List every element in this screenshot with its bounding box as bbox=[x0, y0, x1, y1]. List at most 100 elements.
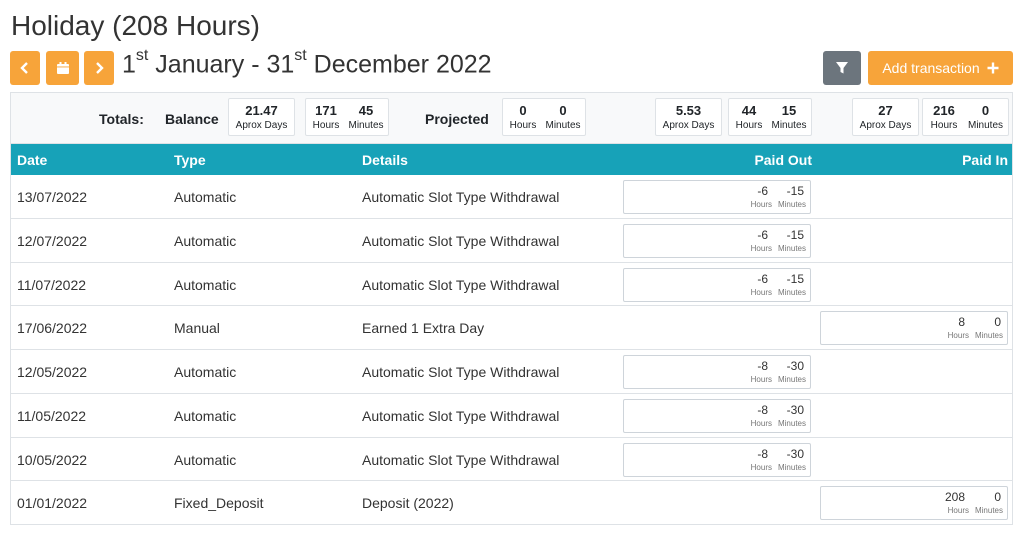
hours-unit: Hours bbox=[750, 375, 772, 384]
details-cell: Automatic Slot Type Withdrawal bbox=[362, 189, 560, 205]
date-cell: 01/01/2022 bbox=[17, 495, 88, 512]
paid-out-box: -8 -30 Hours Minutes bbox=[623, 398, 811, 433]
group3-minutes-value: 0 bbox=[981, 103, 990, 118]
hours-unit: Hours bbox=[750, 243, 772, 253]
minutes-unit: Minutes bbox=[777, 287, 806, 297]
minutes-unit: Minutes bbox=[974, 506, 1003, 516]
date-cell: 17/06/2022 bbox=[17, 320, 88, 337]
minutes-unit: Minutes bbox=[777, 418, 806, 428]
details-cell: Earned 1 Extra Day bbox=[362, 320, 485, 337]
type-cell: Automatic bbox=[174, 189, 237, 205]
hours-unit: Hours bbox=[750, 200, 772, 209]
balance-hours-unit: Hours bbox=[312, 120, 340, 131]
type-cell: Fixed_Deposit bbox=[174, 495, 264, 512]
balance-days-box: 21.47 Aprox Days bbox=[228, 98, 295, 136]
add-transaction-button[interactable]: Add transaction bbox=[868, 51, 1013, 85]
date-cell: 10/05/2022 bbox=[17, 451, 88, 468]
minutes-unit: Minutes bbox=[777, 462, 806, 472]
paid-in-box: 8 0 Hours Minutes bbox=[820, 311, 1008, 346]
hours-unit: Hours bbox=[947, 506, 969, 516]
date-cell: 12/07/2022 bbox=[17, 232, 88, 249]
table-row[interactable]: 11/07/2022 Automatic Automatic Slot Type W… bbox=[11, 263, 1012, 307]
table-row[interactable]: 01/01/2022 Fixed_Deposit Deposit (2022) 208… bbox=[11, 481, 1012, 525]
balance-days-unit: Aprox Days bbox=[235, 120, 288, 131]
table-row[interactable]: 13/07/2022 Automatic Automatic Slot Type W… bbox=[11, 175, 1012, 219]
table-header: Date Type Details Paid Out Paid In bbox=[11, 144, 1012, 175]
column-header-paid-in[interactable]: Paid In bbox=[908, 152, 1008, 168]
date-cell: 11/05/2022 bbox=[17, 407, 87, 424]
details-cell: Deposit (2022) bbox=[362, 495, 454, 512]
projected-minutes-value: 0 bbox=[559, 103, 567, 118]
hours-value: -6 bbox=[757, 184, 768, 198]
plus-icon bbox=[987, 62, 999, 74]
projected-time-box: 0 Hours 0 Minutes bbox=[502, 98, 586, 136]
minutes-unit: Minutes bbox=[974, 331, 1003, 341]
filter-icon bbox=[836, 62, 848, 74]
group3-hours-unit: Hours bbox=[930, 120, 958, 131]
group2-minutes-unit: Minutes bbox=[771, 120, 807, 131]
balance-minutes-unit: Minutes bbox=[348, 120, 384, 131]
table-row[interactable]: 17/06/2022 Manual Earned 1 Extra Day 8 0 Hour… bbox=[11, 306, 1012, 350]
minutes-value: -15 bbox=[786, 227, 804, 242]
minutes-value: -15 bbox=[786, 271, 804, 286]
column-header-details[interactable]: Details bbox=[362, 152, 408, 168]
group3-days-unit: Aprox Days bbox=[859, 120, 912, 131]
transactions-table: Totals: Balance 21.47 Aprox Days 171 Hou… bbox=[10, 92, 1013, 525]
minutes-unit: Minutes bbox=[777, 243, 806, 253]
details-cell: Automatic Slot Type Withdrawal bbox=[362, 364, 560, 380]
hours-value: -6 bbox=[757, 227, 768, 242]
group2-days-value: 5.53 bbox=[675, 103, 702, 118]
chevron-left-icon bbox=[20, 62, 28, 74]
date-cell: 12/05/2022 bbox=[17, 364, 88, 380]
details-cell: Automatic Slot Type Withdrawal bbox=[362, 276, 560, 293]
hours-value: 208 bbox=[944, 490, 965, 505]
type-cell: Automatic bbox=[174, 407, 237, 424]
paid-out-box: -8 -30 Hours Minutes bbox=[623, 355, 811, 389]
column-header-date[interactable]: Date bbox=[17, 152, 47, 168]
table-row[interactable]: 10/05/2022 Automatic Automatic Slot Type W… bbox=[11, 438, 1012, 482]
hours-value: -8 bbox=[757, 446, 768, 461]
group2-hours-unit: Hours bbox=[735, 120, 763, 131]
paid-out-box: -6 -15 Hours Minutes bbox=[623, 223, 811, 258]
hours-value: 8 bbox=[958, 315, 965, 330]
paid-out-box: -6 -15 Hours Minutes bbox=[623, 180, 811, 214]
totals-label: Totals: bbox=[99, 111, 144, 127]
table-row[interactable]: 12/05/2022 Automatic Automatic Slot Type W… bbox=[11, 350, 1012, 394]
balance-label: Balance bbox=[165, 111, 219, 127]
date-range-heading: 1st January - 31st December 2022 bbox=[122, 47, 492, 79]
details-cell: Automatic Slot Type Withdrawal bbox=[362, 451, 560, 468]
hours-value: -6 bbox=[757, 271, 768, 286]
hours-value: -8 bbox=[757, 359, 768, 373]
minutes-unit: Minutes bbox=[777, 375, 806, 384]
group2-days-unit: Aprox Days bbox=[662, 120, 715, 131]
balance-time-box: 171 Hours 45 Minutes bbox=[305, 98, 389, 136]
filter-button[interactable] bbox=[823, 51, 861, 85]
minutes-value: -15 bbox=[786, 184, 804, 198]
table-row[interactable]: 12/07/2022 Automatic Automatic Slot Type W… bbox=[11, 219, 1012, 263]
paid-out-box: -6 -15 Hours Minutes bbox=[623, 267, 811, 302]
group2-time-box: 44 Hours 15 Minutes bbox=[728, 98, 812, 136]
totals-bar: Totals: Balance 21.47 Aprox Days 171 Hou… bbox=[11, 93, 1012, 144]
group2-hours-value: 44 bbox=[741, 103, 757, 118]
type-cell: Manual bbox=[174, 320, 220, 337]
type-cell: Automatic bbox=[174, 232, 237, 249]
group3-hours-value: 216 bbox=[933, 103, 955, 118]
chevron-right-icon bbox=[96, 62, 104, 74]
date-cell: 13/07/2022 bbox=[17, 189, 88, 205]
projected-hours-value: 0 bbox=[519, 103, 527, 118]
table-row[interactable]: 11/05/2022 Automatic Automatic Slot Type W… bbox=[11, 394, 1012, 438]
details-cell: Automatic Slot Type Withdrawal bbox=[362, 232, 560, 249]
previous-period-button[interactable] bbox=[10, 51, 40, 85]
minutes-value: -30 bbox=[786, 359, 804, 373]
column-header-paid-out[interactable]: Paid Out bbox=[712, 152, 812, 168]
calendar-button[interactable] bbox=[46, 51, 79, 85]
paid-in-box: 208 0 Hours Minutes bbox=[820, 486, 1008, 521]
page-title: Holiday (208 Hours) bbox=[11, 10, 260, 41]
hours-unit: Hours bbox=[947, 331, 969, 341]
details-cell: Automatic Slot Type Withdrawal bbox=[362, 407, 560, 424]
minutes-value: 0 bbox=[994, 490, 1001, 505]
next-period-button[interactable] bbox=[84, 51, 114, 85]
column-header-type[interactable]: Type bbox=[174, 152, 206, 168]
group2-minutes-value: 15 bbox=[781, 103, 797, 118]
minutes-value: -30 bbox=[786, 402, 804, 417]
